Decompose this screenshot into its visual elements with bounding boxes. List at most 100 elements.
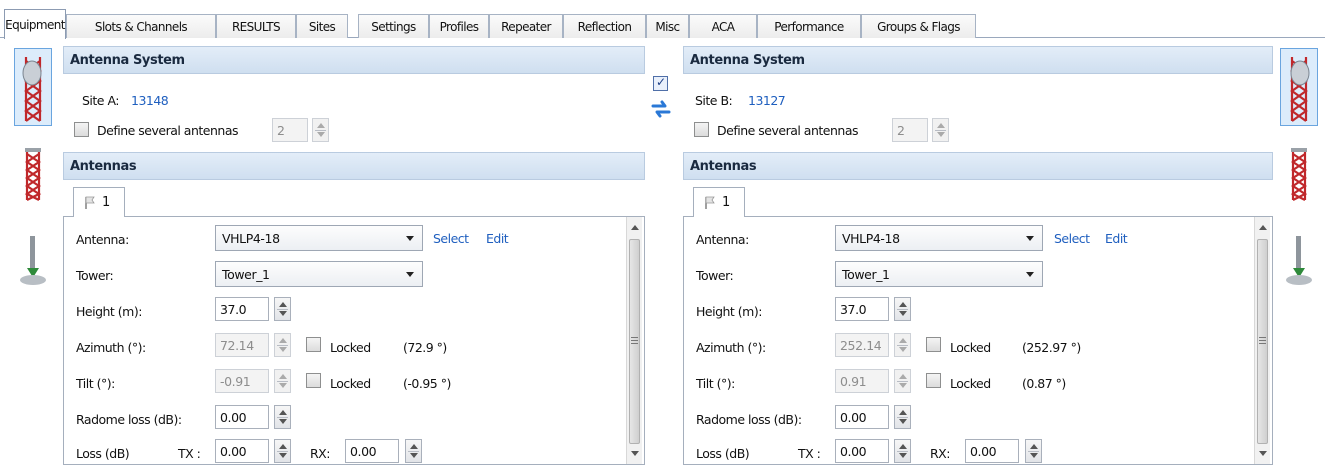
left-tx-label: TX : (178, 446, 201, 461)
right-azimuth-calculated: (252.97 °) (1022, 340, 1081, 355)
left-define-several-label: Define several antennas (97, 123, 239, 138)
lattice-tower-button-right[interactable] (1280, 145, 1318, 205)
tab-groups-flags[interactable]: Groups & Flags (861, 14, 976, 38)
left-radome-loss-stepper[interactable] (274, 405, 291, 429)
right-rx-loss-stepper[interactable] (1025, 439, 1042, 463)
lattice-tower-button-left[interactable] (14, 145, 52, 205)
left-tilt-label: Tilt (°): (76, 376, 115, 391)
left-height-label: Height (m): (76, 304, 142, 319)
tab-results[interactable]: RESULTS (216, 14, 296, 38)
tab-repeater[interactable]: Repeater (489, 14, 563, 38)
right-edit-antenna-link[interactable]: Edit (1105, 231, 1128, 246)
lattice-tower-icon (24, 148, 42, 201)
left-edit-antenna-link[interactable]: Edit (486, 231, 509, 246)
tab-aca[interactable]: ACA (689, 14, 757, 38)
left-antenna-count-stepper[interactable] (312, 118, 329, 142)
ground-mast-button-left[interactable] (14, 230, 52, 290)
right-azimuth-stepper[interactable] (894, 333, 911, 357)
right-tilt-stepper[interactable] (894, 369, 911, 393)
right-radome-loss-label: Radome loss (dB): (696, 412, 802, 427)
right-tilt-locked-checkbox[interactable] (926, 373, 941, 388)
left-define-several-checkbox[interactable] (74, 122, 89, 137)
ground-mast-button-right[interactable] (1280, 230, 1318, 290)
swap-arrows-icon (651, 100, 671, 118)
right-tilt-label: Tilt (°): (696, 376, 735, 391)
right-radome-loss-stepper[interactable] (894, 405, 911, 429)
right-site-id-link[interactable]: 13127 (748, 93, 786, 108)
right-properties-scrollbar[interactable] (1254, 217, 1270, 464)
left-antenna-subtab-1[interactable]: 1 (73, 187, 125, 217)
right-antenna-system-header: Antenna System (683, 46, 1273, 74)
tab-equipment[interactable]: Equipment (4, 9, 66, 39)
tab-reflection[interactable]: Reflection (563, 14, 646, 38)
left-rx-loss-field[interactable]: 0.00 (345, 439, 399, 463)
left-site-label: Site A: (82, 93, 120, 108)
right-rx-loss-field[interactable]: 0.00 (965, 439, 1019, 463)
left-azimuth-calculated: (72.9 °) (403, 340, 447, 355)
left-tower-dropdown[interactable]: Tower_1 (215, 261, 423, 287)
left-azimuth-locked-checkbox[interactable] (306, 337, 321, 352)
tower-dish-toggle-left[interactable] (14, 48, 52, 126)
right-height-label: Height (m): (696, 304, 762, 319)
right-define-several-checkbox[interactable] (694, 122, 709, 137)
right-scrollbar-thumb[interactable] (1257, 239, 1268, 444)
link-sites-checkbox[interactable] (653, 75, 668, 91)
right-antennas-header: Antennas (683, 152, 1273, 180)
left-tilt-field[interactable]: -0.91 (215, 369, 269, 393)
right-radome-loss-field[interactable]: 0.00 (835, 405, 889, 429)
tower-dish-toggle-right[interactable] (1280, 48, 1318, 126)
ground-mast-icon (20, 236, 46, 285)
right-tilt-field[interactable]: 0.91 (835, 369, 889, 393)
left-tx-loss-field[interactable]: 0.00 (215, 439, 269, 463)
tab-misc[interactable]: Misc (646, 14, 689, 38)
tab-profiles[interactable]: Profiles (429, 14, 489, 38)
right-antenna-label: Antenna: (696, 232, 749, 247)
right-antenna-subtab-1[interactable]: 1 (693, 187, 745, 217)
right-site-label: Site B: (695, 93, 733, 108)
left-site-id-link[interactable]: 13148 (131, 93, 169, 108)
left-azimuth-locked-label: Locked (330, 340, 371, 355)
left-select-antenna-link[interactable]: Select (433, 231, 469, 246)
left-antenna-system-header: Antenna System (63, 46, 645, 74)
right-tx-loss-field[interactable]: 0.00 (835, 439, 889, 463)
lattice-tower-icon (1290, 148, 1308, 201)
right-antenna-dropdown[interactable]: VHLP4-18 (835, 225, 1043, 251)
left-azimuth-stepper[interactable] (274, 333, 291, 357)
right-tower-dropdown[interactable]: Tower_1 (835, 261, 1043, 287)
left-azimuth-field[interactable]: 72.14 (215, 333, 269, 357)
right-tilt-locked-label: Locked (950, 376, 991, 391)
tab-slots-channels[interactable]: Slots & Channels (66, 14, 216, 38)
right-height-stepper[interactable] (894, 297, 911, 321)
right-select-antenna-link[interactable]: Select (1054, 231, 1090, 246)
right-antenna-count-field[interactable]: 2 (892, 118, 928, 142)
right-height-field[interactable]: 37.0 (835, 297, 889, 321)
left-height-field[interactable]: 37.0 (215, 297, 269, 321)
left-rx-loss-stepper[interactable] (405, 439, 422, 463)
right-rx-label: RX: (930, 446, 950, 461)
tab-sites[interactable]: Sites (296, 14, 348, 38)
ground-mast-icon (1286, 236, 1312, 285)
left-tilt-calculated: (-0.95 °) (403, 376, 451, 391)
left-tx-loss-stepper[interactable] (274, 439, 291, 463)
right-antenna-count-stepper[interactable] (932, 118, 949, 142)
right-loss-label: Loss (dB) (696, 446, 750, 461)
right-azimuth-locked-checkbox[interactable] (926, 337, 941, 352)
left-scrollbar-thumb[interactable] (629, 239, 640, 444)
right-azimuth-locked-label: Locked (950, 340, 991, 355)
left-antenna-dropdown[interactable]: VHLP4-18 (215, 225, 423, 251)
left-tilt-locked-label: Locked (330, 376, 371, 391)
right-tx-loss-stepper[interactable] (894, 439, 911, 463)
right-azimuth-field[interactable]: 252.14 (835, 333, 889, 357)
left-radome-loss-field[interactable]: 0.00 (215, 405, 269, 429)
tab-settings[interactable]: Settings (358, 14, 429, 38)
left-height-stepper[interactable] (274, 297, 291, 321)
left-tilt-locked-checkbox[interactable] (306, 373, 321, 388)
tab-performance[interactable]: Performance (757, 14, 861, 38)
right-tx-label: TX : (798, 446, 821, 461)
swap-sites-button[interactable] (650, 98, 672, 120)
left-antenna-label: Antenna: (76, 232, 129, 247)
left-antenna-count-field[interactable]: 2 (272, 118, 308, 142)
left-properties-scrollbar[interactable] (626, 217, 642, 464)
left-azimuth-label: Azimuth (°): (76, 340, 146, 355)
left-tilt-stepper[interactable] (274, 369, 291, 393)
